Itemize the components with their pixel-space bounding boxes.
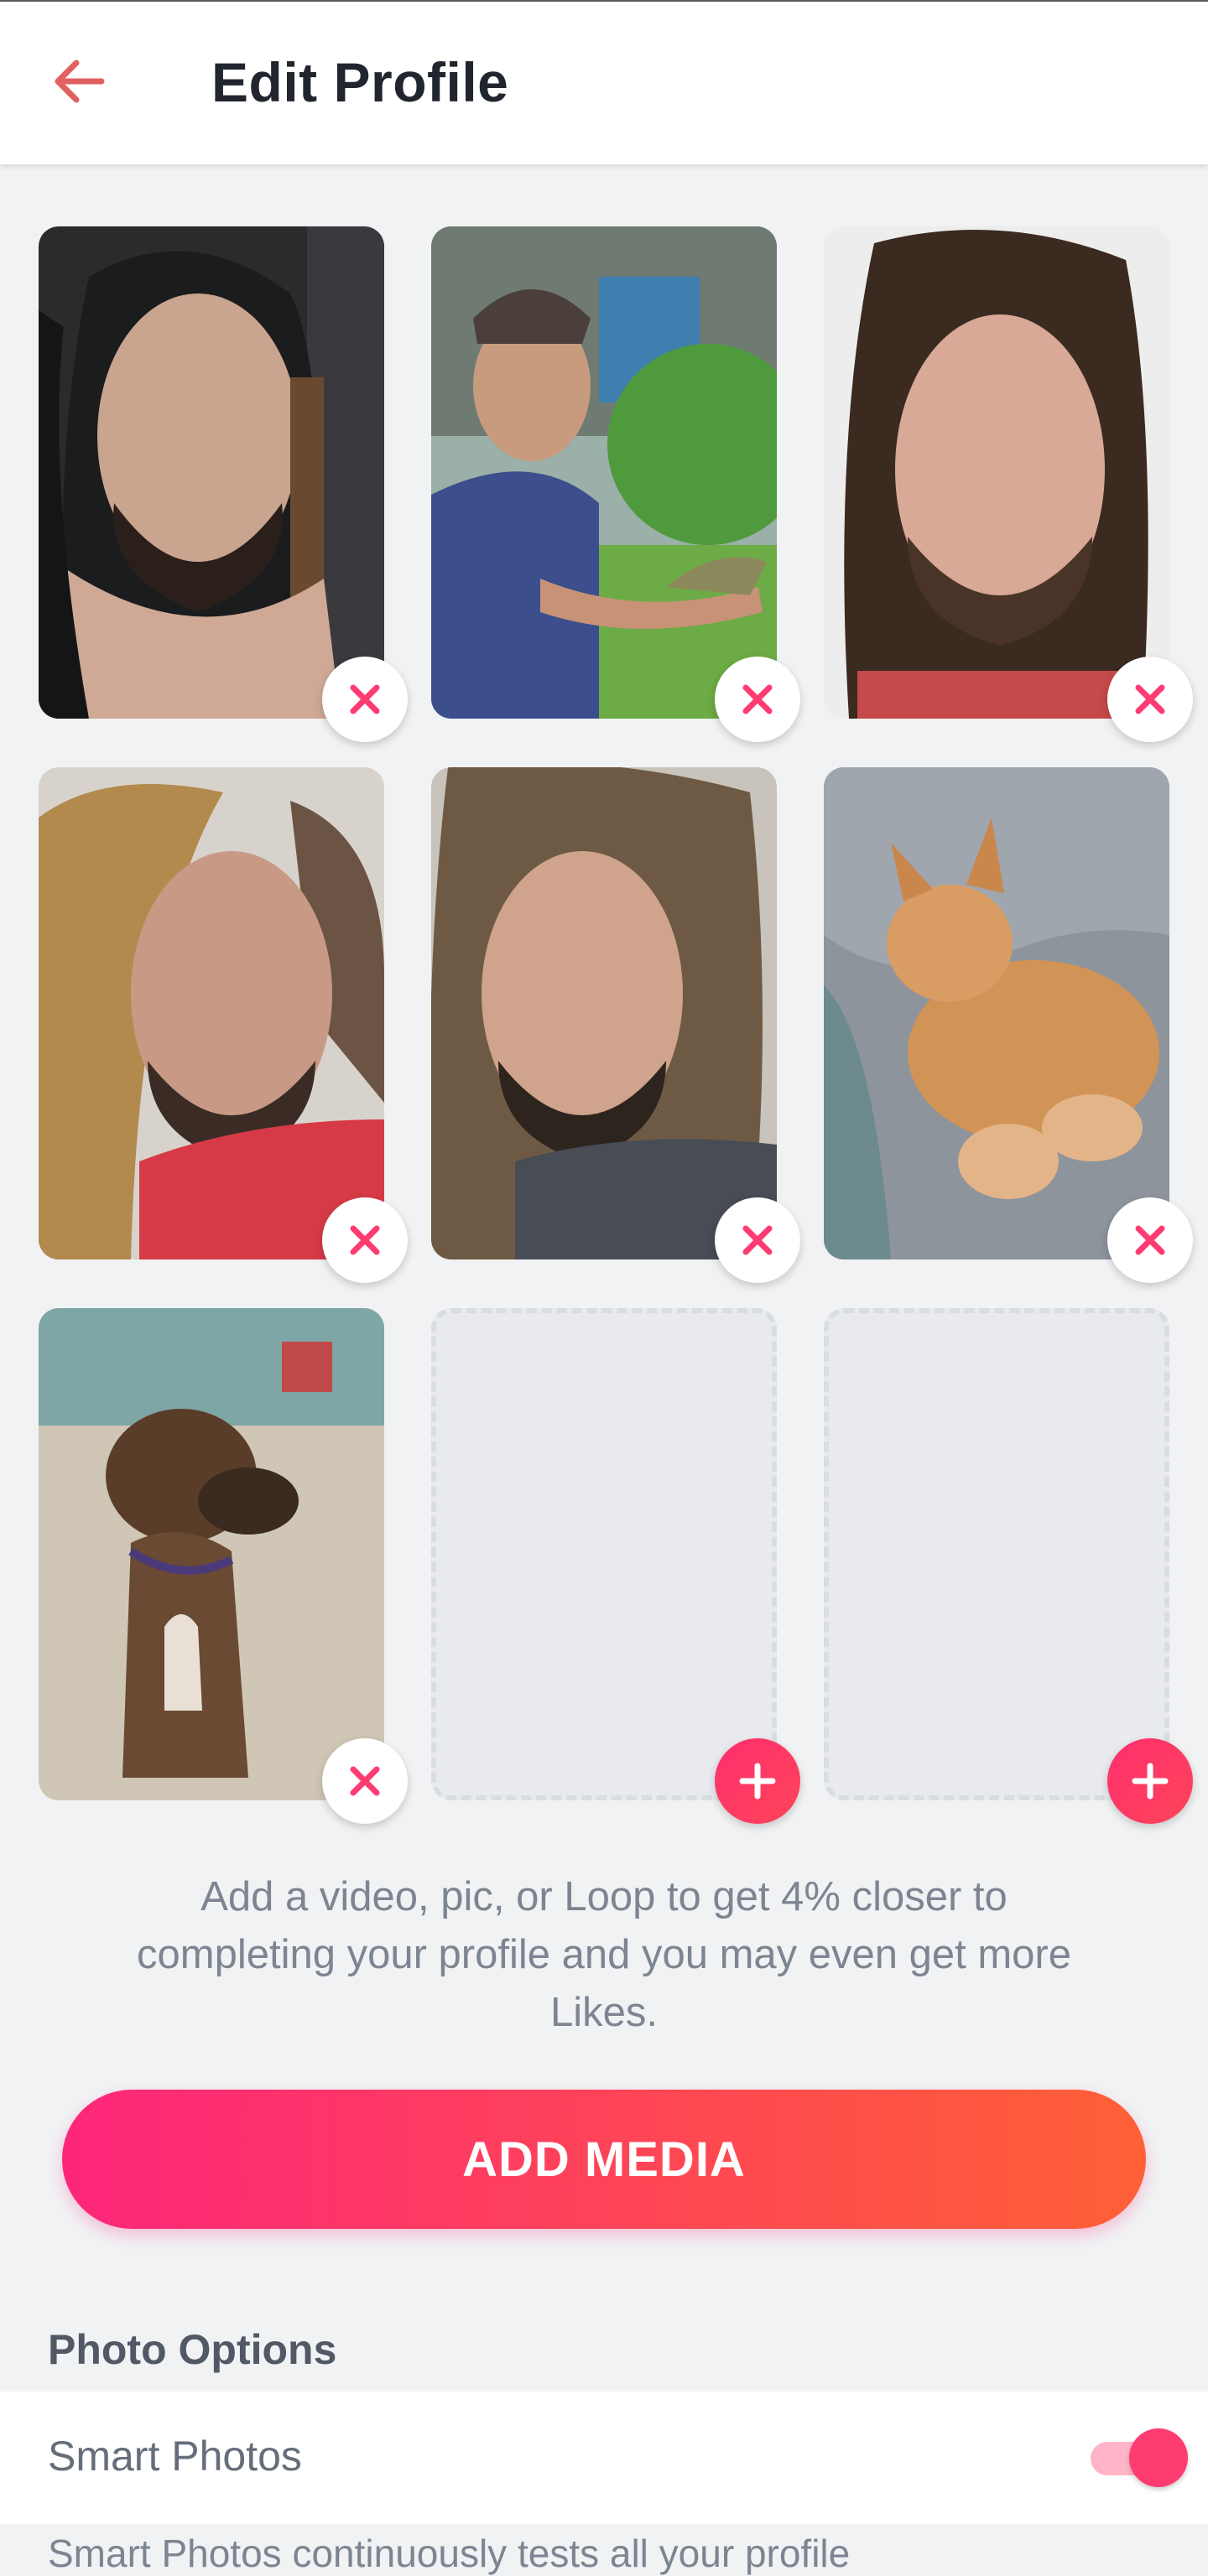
- add-photo-button[interactable]: [1107, 1738, 1193, 1824]
- add-media-button[interactable]: ADD MEDIA: [62, 2090, 1146, 2229]
- photo-slot-7[interactable]: [39, 1308, 408, 1824]
- remove-photo-button[interactable]: [322, 657, 408, 742]
- profile-photo-cat: [824, 767, 1169, 1259]
- toggle-knob: [1129, 2428, 1188, 2487]
- photo-slot-5[interactable]: [431, 767, 800, 1283]
- profile-photo-man-guitar: [39, 226, 384, 719]
- close-icon: [742, 1225, 773, 1255]
- profile-photo-man-side: [39, 767, 384, 1259]
- smart-photos-description: Smart Photos continuously tests all your…: [48, 2532, 851, 2575]
- close-icon: [350, 684, 380, 714]
- plus-icon: [739, 1763, 776, 1800]
- photo-slot-3[interactable]: [824, 226, 1193, 742]
- back-button[interactable]: [46, 48, 113, 115]
- remove-photo-button[interactable]: [1107, 657, 1193, 742]
- close-icon: [742, 684, 773, 714]
- profile-photo-man-fishing: [431, 226, 777, 719]
- photo-slot-2[interactable]: [431, 226, 800, 742]
- close-icon: [350, 1766, 380, 1796]
- profile-photo-man-portrait: [824, 226, 1169, 719]
- smart-photos-toggle[interactable]: [1091, 2428, 1188, 2487]
- photo-slot-4[interactable]: [39, 767, 408, 1283]
- app-header: Edit Profile: [0, 2, 1208, 164]
- profile-photo-dog: [39, 1308, 384, 1800]
- completion-hint: Add a video, pic, or Loop to get 4% clos…: [137, 1874, 1071, 2035]
- remove-photo-button[interactable]: [715, 1197, 800, 1283]
- empty-slot-placeholder: [824, 1308, 1169, 1800]
- page-title: Edit Profile: [211, 51, 509, 113]
- remove-photo-button[interactable]: [322, 1197, 408, 1283]
- arrow-left-icon: [55, 60, 105, 103]
- empty-slot-placeholder: [431, 1308, 777, 1800]
- profile-photo-man-selfie: [431, 767, 777, 1259]
- photo-slot-6[interactable]: [824, 767, 1193, 1283]
- smart-photos-label: Smart Photos: [48, 2433, 302, 2480]
- photo-slot-1[interactable]: [39, 226, 408, 742]
- empty-photo-slot-8[interactable]: [431, 1308, 800, 1824]
- close-icon: [350, 1225, 380, 1255]
- close-icon: [1135, 684, 1165, 714]
- close-icon: [1135, 1225, 1165, 1255]
- photo-options-heading: Photo Options: [48, 2326, 337, 2373]
- remove-photo-button[interactable]: [322, 1738, 408, 1824]
- plus-icon: [1132, 1763, 1169, 1800]
- remove-photo-button[interactable]: [1107, 1197, 1193, 1283]
- smart-photos-row: Smart Photos: [0, 2392, 1208, 2524]
- photo-grid: [39, 226, 1193, 1824]
- empty-photo-slot-9[interactable]: [824, 1308, 1193, 1824]
- remove-photo-button[interactable]: [715, 657, 800, 742]
- add-photo-button[interactable]: [715, 1738, 800, 1824]
